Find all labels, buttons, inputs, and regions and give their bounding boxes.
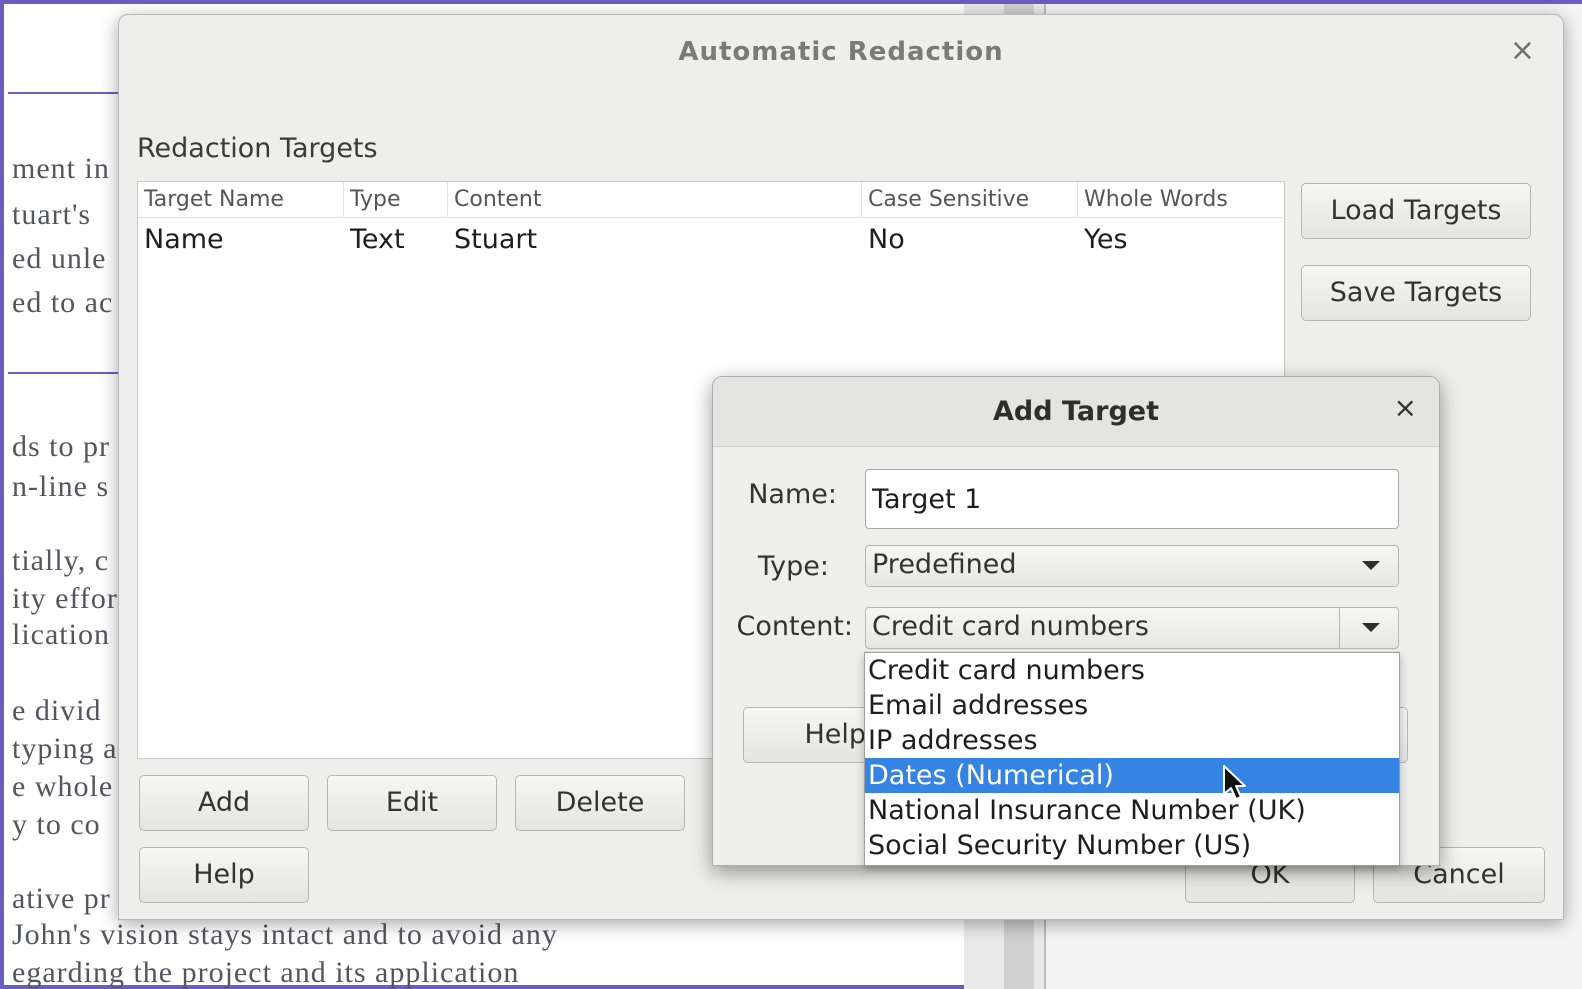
cell-content: Stuart: [454, 224, 538, 255]
dialog-title: Automatic Redaction: [678, 37, 1004, 67]
content-select[interactable]: Credit card numbers: [865, 607, 1399, 649]
dropdown-option-ip-addresses[interactable]: IP addresses: [865, 723, 1399, 758]
doc-text-fragment: ity effor: [12, 582, 118, 615]
doc-text-fragment: e whole: [12, 770, 114, 803]
add-target-title: Add Target: [713, 377, 1439, 447]
type-select[interactable]: Predefined: [865, 545, 1399, 587]
doc-text-line: John's vision stays intact and to avoid …: [12, 918, 558, 951]
doc-rule: [8, 92, 128, 94]
doc-text-fragment: typing a: [12, 732, 118, 765]
mouse-pointer-icon: [1223, 765, 1246, 800]
close-icon[interactable]: ×: [1510, 33, 1535, 68]
doc-text-fragment: e divid: [12, 694, 102, 727]
content-label: Content:: [736, 611, 853, 642]
redaction-targets-label: Redaction Targets: [137, 133, 378, 164]
doc-text-fragment: ative pr: [12, 882, 111, 915]
doc-text-line: egarding the project and its application: [12, 956, 520, 989]
close-icon[interactable]: ×: [1394, 391, 1417, 424]
chevron-down-icon: [1362, 561, 1380, 570]
cell-whole-words: Yes: [1084, 224, 1128, 255]
select-divider: [1339, 608, 1340, 648]
dropdown-option-national-insurance-number[interactable]: National Insurance Number (UK): [865, 793, 1399, 828]
dropdown-option-credit-card-numbers[interactable]: Credit card numbers: [865, 653, 1399, 688]
doc-text-fragment: ds to pr: [12, 430, 110, 463]
name-label: Name:: [748, 479, 837, 510]
help-button[interactable]: Help: [139, 847, 309, 903]
doc-text-fragment: y to co: [12, 808, 101, 841]
doc-text-fragment: ed to ac: [12, 286, 114, 319]
dropdown-option-email-addresses[interactable]: Email addresses: [865, 688, 1399, 723]
doc-text-fragment: tuart's: [12, 198, 92, 231]
column-header-content[interactable]: Content: [448, 182, 862, 218]
dropdown-option-social-security-number[interactable]: Social Security Number (US): [865, 828, 1399, 863]
column-header-case-sensitive[interactable]: Case Sensitive: [862, 182, 1078, 218]
column-header-whole-words[interactable]: Whole Words: [1078, 182, 1286, 218]
column-header-target-name[interactable]: Target Name: [138, 182, 344, 218]
doc-text-fragment: ed unle: [12, 242, 107, 275]
type-label: Type:: [757, 551, 829, 582]
cell-target-name: Name: [144, 224, 224, 255]
table-header: Target Name Type Content Case Sensitive …: [138, 182, 1284, 218]
content-dropdown-list[interactable]: Credit card numbers Email addresses IP a…: [864, 652, 1400, 866]
add-button[interactable]: Add: [139, 775, 309, 831]
doc-text-fragment: lication: [12, 618, 110, 651]
dropdown-option-dates-numerical[interactable]: Dates (Numerical): [865, 758, 1399, 793]
table-row[interactable]: Name Text Stuart No Yes: [138, 220, 1284, 260]
content-select-value: Credit card numbers: [872, 611, 1149, 642]
type-select-value: Predefined: [872, 549, 1017, 580]
edit-button[interactable]: Edit: [327, 775, 497, 831]
delete-button[interactable]: Delete: [515, 775, 685, 831]
load-targets-button[interactable]: Load Targets: [1301, 183, 1531, 239]
cell-case-sensitive: No: [868, 224, 905, 255]
save-targets-button[interactable]: Save Targets: [1301, 265, 1531, 321]
cell-type: Text: [350, 224, 405, 255]
add-target-help-button[interactable]: Help: [743, 707, 873, 763]
doc-text-fragment: n-line s: [12, 470, 110, 503]
doc-text-fragment: tially, c: [12, 544, 110, 577]
doc-text-fragment: ment in: [12, 152, 110, 185]
doc-rule: [8, 372, 128, 374]
column-header-type[interactable]: Type: [344, 182, 448, 218]
chevron-down-icon: [1362, 623, 1380, 632]
name-input[interactable]: [865, 469, 1399, 529]
